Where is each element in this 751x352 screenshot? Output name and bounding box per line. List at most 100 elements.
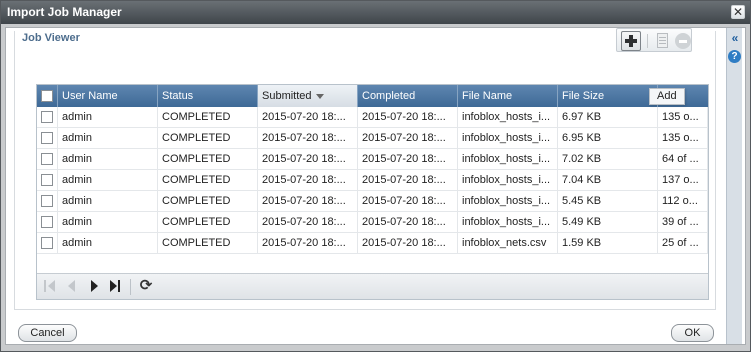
table-row[interactable]: admin COMPLETED 2015-07-20 18:... 2015-07-2… xyxy=(37,107,708,128)
column-header-file-size[interactable]: File Size xyxy=(558,85,658,107)
help-icon[interactable]: ? xyxy=(728,50,741,63)
cell-status: COMPLETED xyxy=(158,233,258,253)
select-all-checkbox[interactable] xyxy=(41,90,53,102)
cell-user-name: admin xyxy=(58,128,158,148)
select-all-column xyxy=(37,85,58,107)
cell-status: COMPLETED xyxy=(158,212,258,232)
grid-toolbar xyxy=(616,28,692,52)
cell-extra: 137 o... xyxy=(658,170,708,190)
cell-file-name: infoblox_hosts_i... xyxy=(458,170,558,190)
cell-submitted: 2015-07-20 18:... xyxy=(258,191,358,211)
toolbar-divider xyxy=(647,34,648,48)
title-bar: Import Job Manager ✕ xyxy=(1,1,750,24)
edit-button[interactable] xyxy=(653,31,673,51)
cell-extra: 135 o... xyxy=(658,128,708,148)
row-select-cell xyxy=(37,233,58,253)
table-row[interactable]: admin COMPLETED 2015-07-20 18:... 2015-07-2… xyxy=(37,149,708,170)
import-job-manager-dialog: Import Job Manager ✕ « ? Job Viewer Add xyxy=(0,0,751,352)
panel-heading: Job Viewer xyxy=(22,32,80,44)
cell-submitted: 2015-07-20 18:... xyxy=(258,128,358,148)
cell-file-name: infoblox_hosts_i... xyxy=(458,212,558,232)
row-select-cell xyxy=(37,149,58,169)
row-select-cell xyxy=(37,128,58,148)
cell-completed: 2015-07-20 18:... xyxy=(358,233,458,253)
last-page-icon[interactable] xyxy=(108,279,122,293)
cell-extra: 135 o... xyxy=(658,107,708,127)
cell-user-name: admin xyxy=(58,107,158,127)
row-select-cell xyxy=(37,191,58,211)
refresh-icon[interactable]: ⟳ xyxy=(138,278,154,294)
cell-completed: 2015-07-20 18:... xyxy=(358,149,458,169)
cell-submitted: 2015-07-20 18:... xyxy=(258,149,358,169)
cell-status: COMPLETED xyxy=(158,191,258,211)
grid-header: User Name Status Submitted Completed Fil… xyxy=(37,85,708,107)
cell-extra: 25 of ... xyxy=(658,233,708,253)
cell-file-size: 6.95 KB xyxy=(558,128,658,148)
next-page-icon[interactable] xyxy=(87,279,101,293)
row-select-cell xyxy=(37,107,58,127)
cancel-button[interactable]: Cancel xyxy=(18,324,77,342)
column-header-submitted[interactable]: Submitted xyxy=(258,85,358,107)
cell-user-name: admin xyxy=(58,212,158,232)
row-checkbox[interactable] xyxy=(41,195,53,207)
column-header-file-name[interactable]: File Name xyxy=(458,85,558,107)
row-checkbox[interactable] xyxy=(41,153,53,165)
cell-file-size: 5.49 KB xyxy=(558,212,658,232)
close-icon[interactable]: ✕ xyxy=(731,5,745,19)
cell-status: COMPLETED xyxy=(158,107,258,127)
table-row[interactable]: admin COMPLETED 2015-07-20 18:... 2015-07-2… xyxy=(37,233,708,254)
cell-user-name: admin xyxy=(58,170,158,190)
cell-file-size: 1.59 KB xyxy=(558,233,658,253)
cell-user-name: admin xyxy=(58,233,158,253)
cell-status: COMPLETED xyxy=(158,128,258,148)
column-header-user-name[interactable]: User Name xyxy=(58,85,158,107)
table-row[interactable]: admin COMPLETED 2015-07-20 18:... 2015-07-2… xyxy=(37,128,708,149)
cell-extra: 64 of ... xyxy=(658,149,708,169)
cell-submitted: 2015-07-20 18:... xyxy=(258,212,358,232)
table-row[interactable]: admin COMPLETED 2015-07-20 18:... 2015-07-2… xyxy=(37,191,708,212)
side-rail: « ? xyxy=(726,28,742,344)
cell-submitted: 2015-07-20 18:... xyxy=(258,170,358,190)
cell-status: COMPLETED xyxy=(158,170,258,190)
cell-file-name: infoblox_hosts_i... xyxy=(458,107,558,127)
row-checkbox[interactable] xyxy=(41,174,53,186)
collapse-icon[interactable]: « xyxy=(729,32,741,45)
table-row[interactable]: admin COMPLETED 2015-07-20 18:... 2015-07-2… xyxy=(37,212,708,233)
cell-submitted: 2015-07-20 18:... xyxy=(258,233,358,253)
cell-completed: 2015-07-20 18:... xyxy=(358,191,458,211)
cell-completed: 2015-07-20 18:... xyxy=(358,128,458,148)
cell-user-name: admin xyxy=(58,149,158,169)
cell-submitted: 2015-07-20 18:... xyxy=(258,107,358,127)
cell-extra: 112 o... xyxy=(658,191,708,211)
row-checkbox[interactable] xyxy=(41,111,53,123)
cell-file-size: 5.45 KB xyxy=(558,191,658,211)
remove-button[interactable] xyxy=(673,31,693,51)
add-button[interactable] xyxy=(621,31,641,51)
cell-extra: 39 of ... xyxy=(658,212,708,232)
cell-status: COMPLETED xyxy=(158,149,258,169)
cell-file-name: infoblox_hosts_i... xyxy=(458,128,558,148)
ok-button[interactable]: OK xyxy=(671,324,714,342)
cell-file-size: 7.04 KB xyxy=(558,170,658,190)
row-checkbox[interactable] xyxy=(41,216,53,228)
cell-file-size: 6.97 KB xyxy=(558,107,658,127)
pager-divider xyxy=(130,279,131,295)
sort-descending-icon xyxy=(315,93,324,99)
add-tooltip: Add xyxy=(649,88,685,105)
row-checkbox[interactable] xyxy=(41,132,53,144)
cell-completed: 2015-07-20 18:... xyxy=(358,212,458,232)
dialog-title: Import Job Manager xyxy=(7,5,122,19)
row-checkbox[interactable] xyxy=(41,237,53,249)
pagination-bar: ⟳ xyxy=(37,273,708,299)
cell-user-name: admin xyxy=(58,191,158,211)
cell-file-name: infoblox_hosts_i... xyxy=(458,191,558,211)
row-select-cell xyxy=(37,170,58,190)
cell-completed: 2015-07-20 18:... xyxy=(358,170,458,190)
column-header-status[interactable]: Status xyxy=(158,85,258,107)
cell-completed: 2015-07-20 18:... xyxy=(358,107,458,127)
first-page-icon[interactable] xyxy=(43,279,57,293)
cell-file-name: infoblox_nets.csv xyxy=(458,233,558,253)
table-row[interactable]: admin COMPLETED 2015-07-20 18:... 2015-07-2… xyxy=(37,170,708,191)
column-header-completed[interactable]: Completed xyxy=(358,85,458,107)
prev-page-icon[interactable] xyxy=(65,279,79,293)
